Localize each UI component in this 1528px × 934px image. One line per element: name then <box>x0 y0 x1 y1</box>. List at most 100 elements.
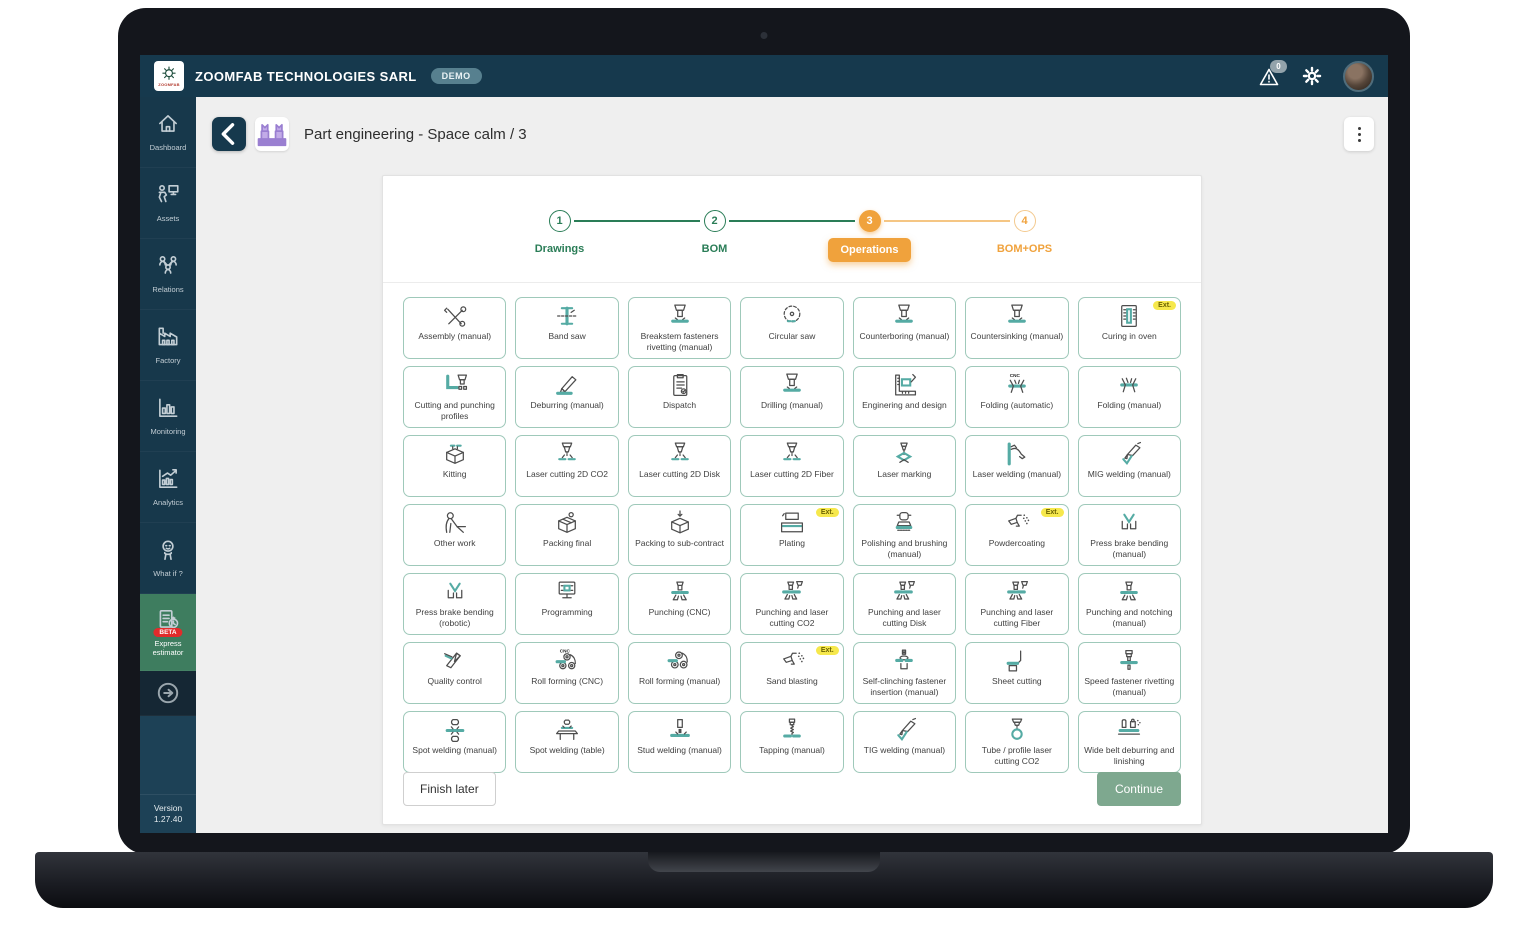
roll-forming-cnc-tile[interactable]: CNCRoll forming (CNC) <box>515 642 618 704</box>
tapping-manual-tile[interactable]: Tapping (manual) <box>740 711 843 773</box>
sidebar-item-assets[interactable]: Assets <box>140 168 196 239</box>
tile-label: TIG welding (manual) <box>864 745 945 756</box>
speed-fastener-rivetting-manual-icon <box>1111 647 1147 675</box>
quality-control-tile[interactable]: Quality control <box>403 642 506 704</box>
settings-button[interactable] <box>1301 65 1323 87</box>
laser-cutting-2d-disk-tile[interactable]: Laser cutting 2D Disk <box>628 435 731 497</box>
tube-profile-laser-cutting-co2-tile[interactable]: Tube / profile laser cutting CO2 <box>965 711 1068 773</box>
circular-saw-tile[interactable]: Circular saw <box>740 297 843 359</box>
laser-cutting-2d-fiber-icon <box>774 440 810 468</box>
band-saw-tile[interactable]: Band saw <box>515 297 618 359</box>
breakstem-fasteners-rivetting-manual-tile[interactable]: Breakstem fasteners rivetting (manual) <box>628 297 731 359</box>
polishing-and-brushing-manual-tile[interactable]: Polishing and brushing (manual) <box>853 504 956 566</box>
assembly-manual-tile[interactable]: Assembly (manual) <box>403 297 506 359</box>
roll-forming-manual-tile[interactable]: Roll forming (manual) <box>628 642 731 704</box>
sidebar-item-express-estimator[interactable]: BETAExpress estimator <box>140 594 196 671</box>
step-drawings[interactable]: 1Drawings <box>482 210 637 262</box>
laser-marking-tile[interactable]: Laser marking <box>853 435 956 497</box>
step-operations[interactable]: 3Operations <box>792 210 947 262</box>
tile-label: Spot welding (manual) <box>412 745 497 756</box>
punching-and-laser-cutting-fiber-tile[interactable]: Punching and laser cutting Fiber <box>965 573 1068 635</box>
sidebar-item-factory[interactable]: Factory <box>140 310 196 381</box>
tig-welding-manual-tile[interactable]: TIG welding (manual) <box>853 711 956 773</box>
kitting-icon <box>437 440 473 468</box>
programming-tile[interactable]: Programming <box>515 573 618 635</box>
tile-label: Laser cutting 2D CO2 <box>526 469 608 480</box>
punching-cnc-tile[interactable]: Punching (CNC) <box>628 573 731 635</box>
operations-grid: Assembly (manual)Band sawBreakstem faste… <box>403 297 1181 773</box>
more-options-button[interactable] <box>1344 117 1374 151</box>
avatar[interactable] <box>1343 61 1374 92</box>
other-work-tile[interactable]: Other work <box>403 504 506 566</box>
sidebar-item-dashboard[interactable]: Dashboard <box>140 97 196 168</box>
tile-label: Punching and laser cutting Disk <box>857 607 952 629</box>
curing-in-oven-tile[interactable]: Ext.Curing in oven <box>1078 297 1181 359</box>
punching-and-notching-manual-tile[interactable]: Punching and notching (manual) <box>1078 573 1181 635</box>
step-bom-ops[interactable]: 4BOM+OPS <box>947 210 1102 262</box>
sidebar-item-relations[interactable]: Relations <box>140 239 196 310</box>
sand-blasting-tile[interactable]: Ext.Sand blasting <box>740 642 843 704</box>
step-label: Drawings <box>535 243 585 255</box>
enginering-and-design-icon <box>886 371 922 399</box>
punching-and-laser-cutting-co2-tile[interactable]: Punching and laser cutting CO2 <box>740 573 843 635</box>
press-brake-bending-robotic-tile[interactable]: Press brake bending (robotic) <box>403 573 506 635</box>
continue-button[interactable]: Continue <box>1097 772 1181 806</box>
stud-welding-manual-icon <box>662 716 698 744</box>
deburring-manual-tile[interactable]: Deburring (manual) <box>515 366 618 428</box>
spot-welding-table-tile[interactable]: Spot welding (table) <box>515 711 618 773</box>
version-label: Version <box>154 803 182 814</box>
packing-to-sub-contract-tile[interactable]: Packing to sub-contract <box>628 504 731 566</box>
kebab-icon <box>1358 127 1361 130</box>
tile-label: Press brake bending (robotic) <box>407 607 502 629</box>
mig-welding-manual-tile[interactable]: MIG welding (manual) <box>1078 435 1181 497</box>
laser-cutting-2d-co2-tile[interactable]: Laser cutting 2D CO2 <box>515 435 618 497</box>
sheet-cutting-tile[interactable]: Sheet cutting <box>965 642 1068 704</box>
speed-fastener-rivetting-manual-tile[interactable]: Speed fastener rivetting (manual) <box>1078 642 1181 704</box>
drilling-manual-tile[interactable]: Drilling (manual) <box>740 366 843 428</box>
sidebar-item-label: Dashboard <box>148 143 189 152</box>
counterboring-manual-tile[interactable]: Counterboring (manual) <box>853 297 956 359</box>
laser-cutting-2d-co2-icon <box>549 440 585 468</box>
laptop-base <box>35 852 1493 908</box>
tile-label: Kitting <box>443 469 467 480</box>
tile-label: Enginering and design <box>862 400 947 411</box>
stud-welding-manual-tile[interactable]: Stud welding (manual) <box>628 711 731 773</box>
sidebar-item-monitoring[interactable]: Monitoring <box>140 381 196 452</box>
step-bom[interactable]: 2BOM <box>637 210 792 262</box>
folding-automatic-tile[interactable]: CNCFolding (automatic) <box>965 366 1068 428</box>
countersinking-manual-tile[interactable]: Countersinking (manual) <box>965 297 1068 359</box>
laser-welding-manual-tile[interactable]: Laser welding (manual) <box>965 435 1068 497</box>
cutting-and-punching-profiles-tile[interactable]: Cutting and punching profiles <box>403 366 506 428</box>
tile-label: Laser welding (manual) <box>973 469 1061 480</box>
kitting-tile[interactable]: Kitting <box>403 435 506 497</box>
press-brake-bending-manual-tile[interactable]: Press brake bending (manual) <box>1078 504 1181 566</box>
laser-cutting-2d-fiber-tile[interactable]: Laser cutting 2D Fiber <box>740 435 843 497</box>
step-number: 4 <box>1014 210 1036 232</box>
tile-label: Laser cutting 2D Fiber <box>750 469 834 480</box>
plating-icon <box>774 509 810 537</box>
plating-tile[interactable]: Ext.Plating <box>740 504 843 566</box>
sidebar-item-collapse[interactable] <box>140 671 196 716</box>
tile-label: MIG welding (manual) <box>1088 469 1171 480</box>
alerts-button[interactable]: 0 <box>1257 65 1281 87</box>
sidebar-item-what-if[interactable]: What if ? <box>140 523 196 594</box>
spot-welding-manual-tile[interactable]: Spot welding (manual) <box>403 711 506 773</box>
assembly-manual-icon <box>437 302 473 330</box>
arrow-right-circle-icon <box>155 680 181 706</box>
sidebar-item-analytics[interactable]: Analytics <box>140 452 196 523</box>
connector-line <box>574 220 700 222</box>
folding-automatic-icon: CNC <box>999 371 1035 399</box>
wide-belt-deburring-and-linishing-tile[interactable]: Wide belt deburring and linishing <box>1078 711 1181 773</box>
punching-and-laser-cutting-disk-tile[interactable]: Punching and laser cutting Disk <box>853 573 956 635</box>
enginering-and-design-tile[interactable]: Enginering and design <box>853 366 956 428</box>
powdercoating-tile[interactable]: Ext.Powdercoating <box>965 504 1068 566</box>
packing-final-tile[interactable]: Packing final <box>515 504 618 566</box>
dispatch-tile[interactable]: Dispatch <box>628 366 731 428</box>
back-button[interactable] <box>212 117 246 151</box>
self-clinching-fastener-insertion-manual-tile[interactable]: Self-clinching fastener insertion (manua… <box>853 642 956 704</box>
punching-and-laser-cutting-co2-icon <box>774 578 810 606</box>
finish-later-button[interactable]: Finish later <box>403 772 496 806</box>
sidebar-filler <box>140 716 196 794</box>
tile-label: Sheet cutting <box>992 676 1042 687</box>
folding-manual-tile[interactable]: Folding (manual) <box>1078 366 1181 428</box>
